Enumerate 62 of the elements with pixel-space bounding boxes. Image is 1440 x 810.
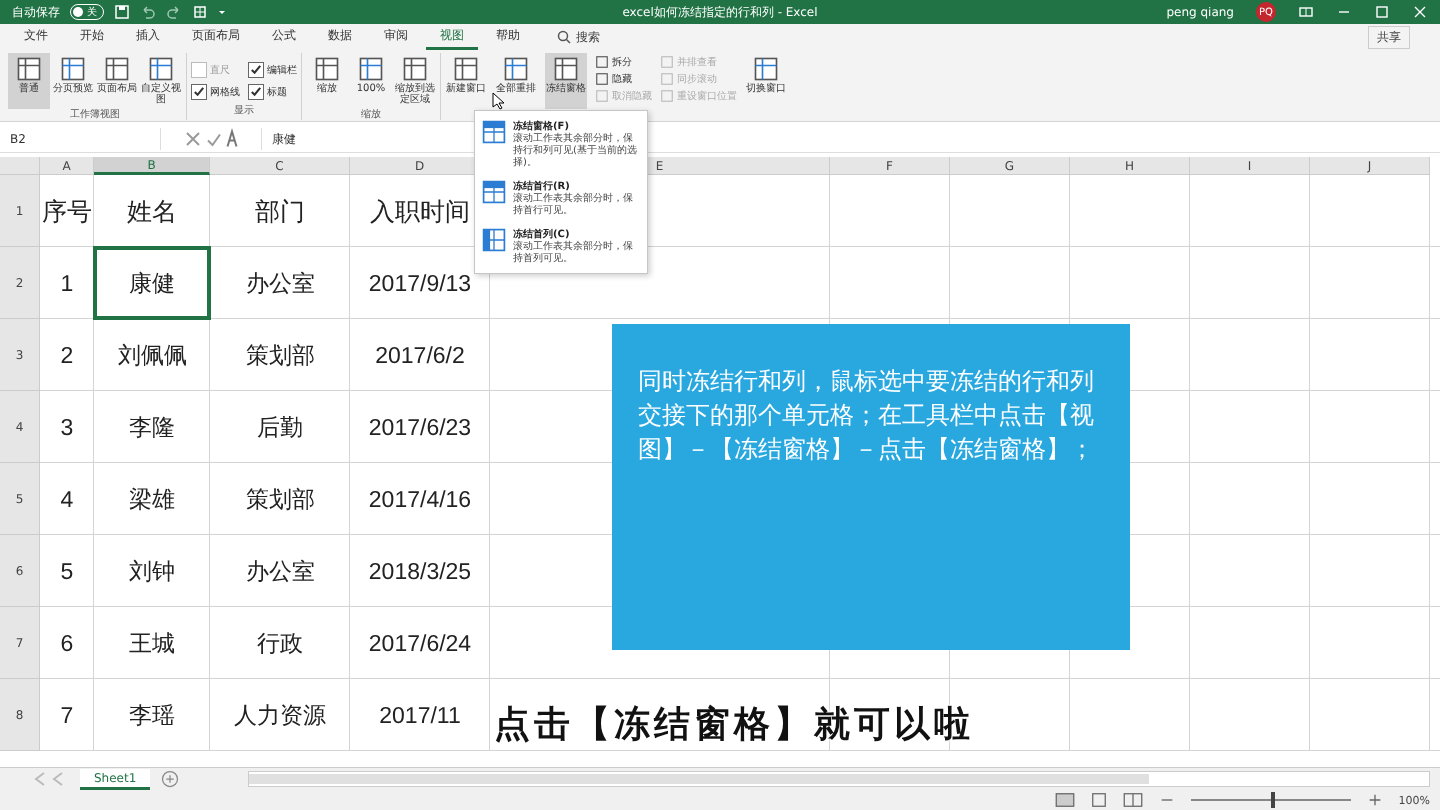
sheet-view-icon bbox=[313, 55, 341, 83]
zoom-in-icon[interactable] bbox=[1364, 792, 1385, 808]
sheet-view-icon bbox=[59, 55, 87, 83]
horizontal-scrollbar[interactable] bbox=[248, 771, 1430, 787]
table-cell-text: 姓名 bbox=[125, 195, 179, 230]
table-cell-text: 部门 bbox=[253, 195, 307, 230]
sheet-view-icon bbox=[15, 55, 43, 83]
table-cell-text: 办公室 bbox=[243, 555, 317, 588]
table-cell-text: 2017/6/2 bbox=[373, 339, 467, 372]
table-cell-text: 策划部 bbox=[243, 483, 317, 516]
table-cell-text: 序号 bbox=[40, 195, 94, 230]
table-cell-text: 梁雄 bbox=[127, 483, 177, 516]
table-cell-text: 5 bbox=[58, 555, 76, 588]
close-icon[interactable] bbox=[1412, 4, 1428, 20]
redo-icon[interactable] bbox=[166, 4, 182, 20]
table-cell-text: 刘钟 bbox=[127, 555, 177, 588]
sheet-view-icon bbox=[752, 55, 780, 83]
table-cell-text: 后勤 bbox=[255, 411, 305, 444]
table-cell-text: 2 bbox=[58, 339, 76, 372]
table-cell-text: 7 bbox=[58, 699, 76, 732]
sheet-view-icon bbox=[147, 55, 175, 83]
table-cell-text: 3 bbox=[58, 411, 76, 444]
undo-icon[interactable] bbox=[140, 4, 156, 20]
table-cell-text: 李隆 bbox=[127, 411, 177, 444]
table-cell-text: 4 bbox=[58, 483, 76, 516]
table-cell-text: 2017/9/13 bbox=[366, 267, 474, 300]
sheet-view-icon bbox=[552, 55, 580, 83]
table-cell-text: 李瑶 bbox=[127, 699, 177, 732]
table-cell-text: 2017/4/16 bbox=[366, 483, 474, 516]
ribbon-display-icon[interactable] bbox=[1298, 4, 1314, 20]
table-cell-text: 人力资源 bbox=[232, 699, 328, 732]
freeze-icon bbox=[481, 119, 507, 145]
table-cell-text: 6 bbox=[58, 627, 76, 660]
normal-view-icon[interactable] bbox=[1054, 792, 1075, 808]
table-cell-text: 2017/6/24 bbox=[366, 627, 474, 660]
sheet-view-icon bbox=[452, 55, 480, 83]
table-cell-text: 2017/6/23 bbox=[366, 411, 474, 444]
search-icon[interactable] bbox=[556, 29, 572, 45]
table-cell-text: 策划部 bbox=[243, 339, 317, 372]
tip-text: 同时冻结行和列，鼠标选中要冻结的行和列交接下的那个单元格；在工具栏中点击【视图】－【冻结窗格】－点击【冻结窗格】； bbox=[638, 365, 1096, 466]
formula-buttons-icon[interactable] bbox=[181, 127, 241, 151]
grid-icon[interactable] bbox=[192, 4, 208, 20]
sheet-view-icon bbox=[357, 55, 385, 83]
table-cell-text: 1 bbox=[58, 267, 76, 300]
table-cell-text: 2018/3/25 bbox=[366, 555, 474, 588]
freeze-icon bbox=[481, 227, 507, 253]
caption-text: 点击【冻结窗格】就可以啦 bbox=[494, 702, 974, 749]
sheet-view-icon bbox=[502, 55, 530, 83]
table-cell-text: 王城 bbox=[127, 627, 177, 660]
table-cell-text: 办公室 bbox=[243, 267, 317, 300]
table-cell-text: 2017/11 bbox=[377, 699, 463, 732]
freeze-icon bbox=[481, 179, 507, 205]
sheet-view-icon bbox=[401, 55, 429, 83]
maximize-icon[interactable] bbox=[1374, 4, 1390, 20]
table-cell-text: 刘佩佩 bbox=[115, 339, 189, 372]
dropdown-icon[interactable] bbox=[218, 8, 226, 16]
table-cell-text: 入职时间 bbox=[368, 195, 472, 230]
table-cell: 康健 bbox=[94, 247, 210, 319]
sheet-view-icon bbox=[103, 55, 131, 83]
table-cell-text: 行政 bbox=[255, 627, 305, 660]
save-icon[interactable] bbox=[114, 4, 130, 20]
checkmark-icon bbox=[192, 85, 206, 99]
